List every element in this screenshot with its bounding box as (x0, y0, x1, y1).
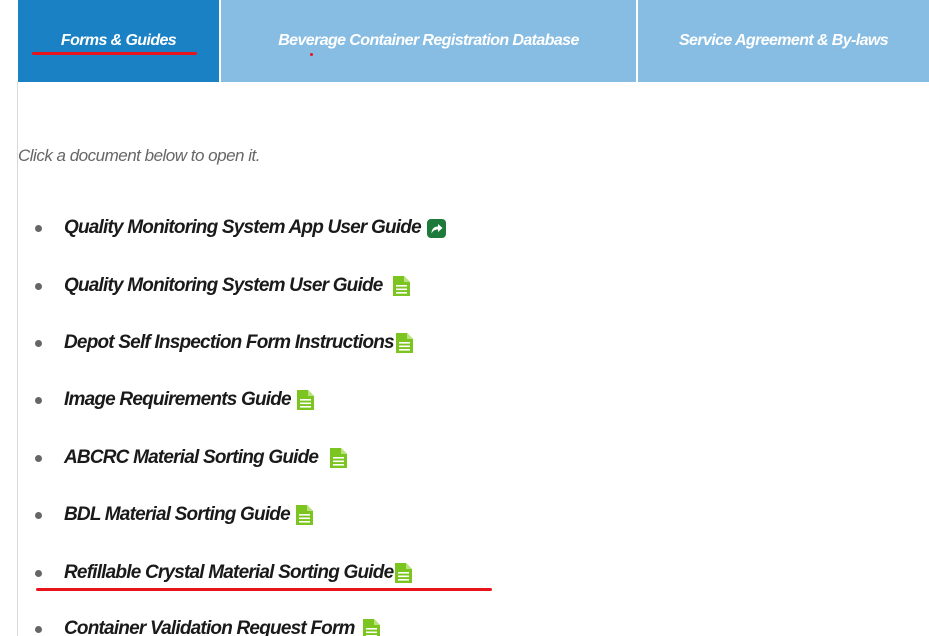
document-link[interactable]: ABCRC Material Sorting Guide (64, 447, 319, 469)
tab-beverage-label: Beverage Container Registration Database (278, 32, 579, 49)
list-item: ABCRC Material Sorting Guide (35, 443, 348, 473)
document-icon[interactable] (296, 390, 314, 410)
document-icon[interactable] (395, 563, 413, 583)
annotation-underline-tab (32, 52, 197, 55)
document-icon[interactable] (392, 276, 410, 296)
tab-beverage-container-registration-database[interactable]: Beverage Container Registration Database (219, 0, 636, 82)
document-icon[interactable] (395, 333, 413, 353)
bullet (35, 511, 42, 519)
annotation-dot (310, 53, 313, 56)
bullet (35, 224, 42, 232)
tab-forms-guides-label: Forms & Guides (60, 32, 177, 49)
document-link[interactable]: BDL Material Sorting Guide (64, 504, 291, 526)
tab-service-agreement-bylaws[interactable]: Service Agreement & By-laws (636, 0, 929, 82)
annotation-underline-item (36, 588, 492, 591)
tab-bar: Forms & Guides Beverage Container Regist… (18, 0, 929, 82)
list-item: Depot Self Inspection Form Instructions (35, 328, 413, 358)
list-item: Quality Monitoring System User Guide (35, 271, 410, 301)
list-item: Container Validation Request Form (35, 614, 380, 636)
document-link[interactable]: Refillable Crystal Material Sorting Guid… (64, 562, 394, 584)
list-item: Refillable Crystal Material Sorting Guid… (35, 558, 413, 588)
document-link[interactable]: Quality Monitoring System User Guide (64, 275, 383, 297)
tab-forms-guides[interactable]: Forms & Guides (18, 0, 219, 82)
tab-service-label: Service Agreement & By-laws (678, 32, 889, 49)
bullet (35, 625, 42, 633)
list-item: Quality Monitoring System App User Guide (35, 213, 446, 243)
bullet (35, 454, 42, 462)
document-link[interactable]: Quality Monitoring System App User Guide (64, 217, 422, 239)
intro-text: Click a document below to open it. (18, 146, 260, 165)
document-icon[interactable] (295, 505, 313, 525)
document-link[interactable]: Depot Self Inspection Form Instructions (64, 332, 395, 354)
list-item: Image Requirements Guide (35, 385, 314, 415)
document-link[interactable]: Image Requirements Guide (64, 389, 292, 411)
page: Forms & Guides Beverage Container Regist… (0, 0, 929, 636)
bullet (35, 396, 42, 404)
document-icon[interactable] (362, 619, 380, 636)
bullet (35, 339, 42, 347)
document-icon[interactable] (330, 448, 348, 468)
bullet (35, 282, 42, 290)
bullet (35, 569, 42, 577)
list-item: BDL Material Sorting Guide (35, 500, 313, 530)
document-link[interactable]: Container Validation Request Form (64, 618, 355, 636)
external-link-icon[interactable] (426, 218, 446, 238)
